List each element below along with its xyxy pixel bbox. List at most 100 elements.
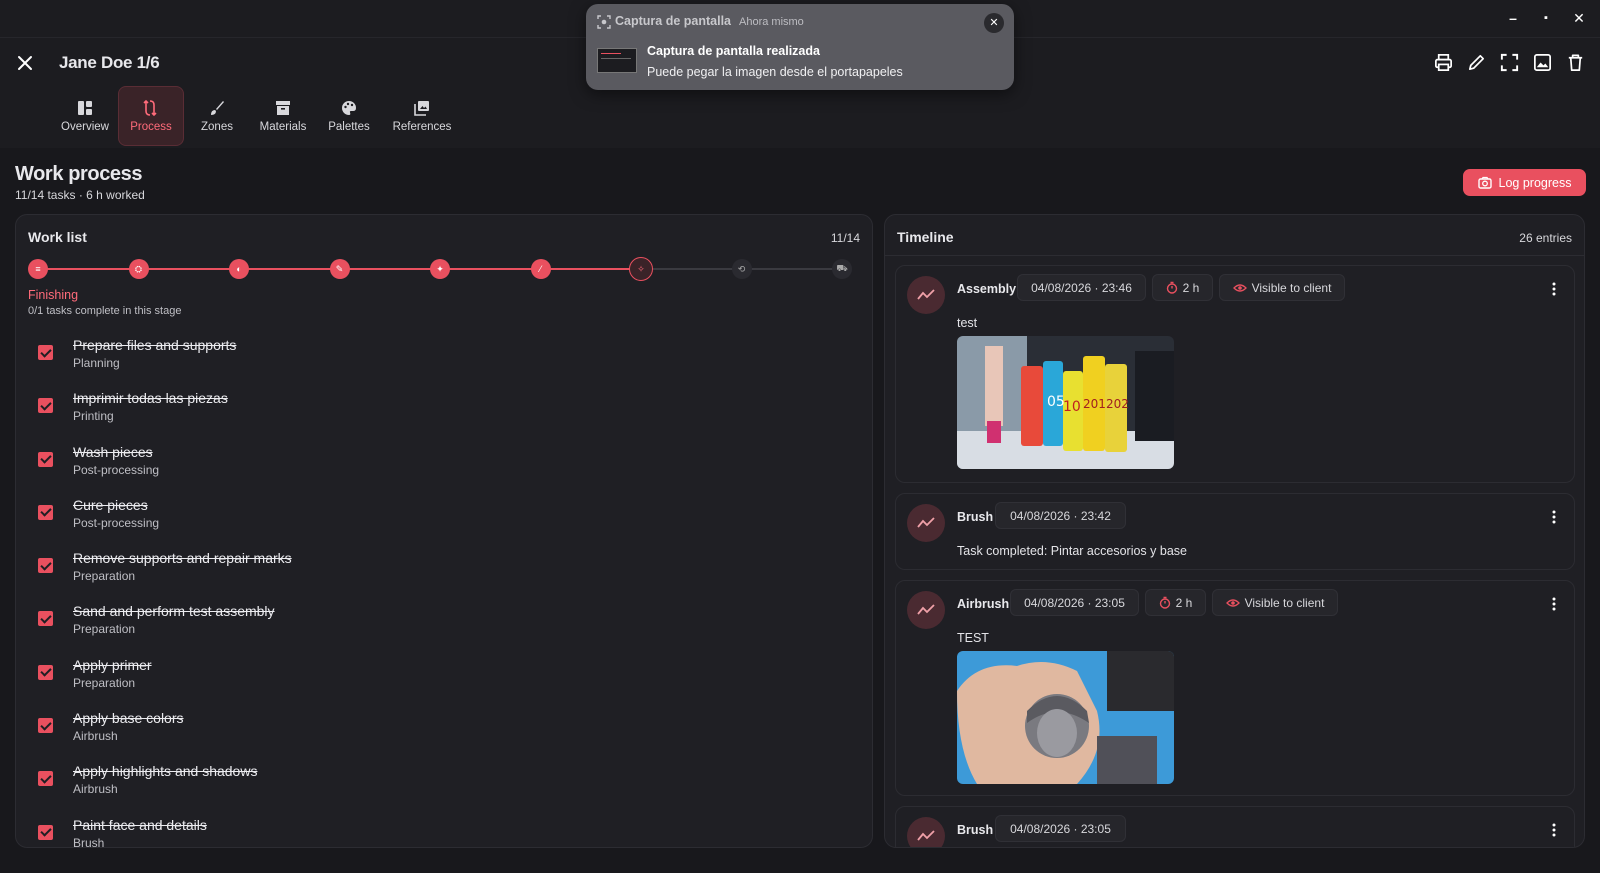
trend-icon bbox=[917, 289, 935, 300]
entry-note: TEST bbox=[957, 631, 989, 645]
image-icon[interactable] bbox=[1532, 52, 1553, 73]
stepper-track bbox=[339, 268, 440, 270]
stepper-track bbox=[641, 268, 742, 270]
timeline-entry: Brush 04/08/2026 · 23:05 bbox=[895, 806, 1575, 847]
stepper-track bbox=[239, 268, 340, 270]
tab-materials[interactable]: Materials bbox=[250, 86, 316, 146]
task-row[interactable]: Wash pieces Post-processing bbox=[36, 442, 836, 495]
task-checkbox[interactable] bbox=[38, 824, 53, 840]
tab-label: Overview bbox=[61, 121, 109, 133]
tab-zones[interactable]: Zones bbox=[184, 86, 250, 146]
task-row[interactable]: Paint face and details Brush bbox=[36, 815, 836, 848]
task-name: Apply base colors bbox=[73, 710, 184, 727]
task-stage: Brush bbox=[73, 835, 105, 848]
task-checkbox[interactable] bbox=[38, 611, 53, 627]
images-icon bbox=[414, 101, 429, 116]
entry-type: Brush bbox=[957, 510, 994, 524]
stage-step-9[interactable]: ⛟ bbox=[832, 259, 852, 279]
edit-icon[interactable] bbox=[1466, 52, 1487, 73]
task-name: Apply primer bbox=[73, 656, 152, 673]
timeline-panel: Timeline 26 entries Assembly 04/08/2026 … bbox=[884, 214, 1585, 848]
entry-photo[interactable] bbox=[957, 651, 1174, 784]
minimize-button[interactable]: – bbox=[1505, 10, 1521, 26]
close-icon[interactable] bbox=[14, 52, 36, 74]
task-checkbox[interactable] bbox=[38, 558, 53, 574]
duration-text: 2 h bbox=[1175, 595, 1193, 610]
task-checkbox[interactable] bbox=[38, 664, 53, 680]
stage-step-7[interactable]: ✧ bbox=[629, 257, 653, 281]
task-name: Remove supports and repair marks bbox=[73, 550, 292, 567]
trash-icon[interactable] bbox=[1565, 52, 1586, 73]
entry-avatar bbox=[907, 591, 945, 629]
task-checkbox[interactable] bbox=[38, 451, 53, 467]
task-checkbox[interactable] bbox=[38, 718, 53, 734]
visibility-text: Visible to client bbox=[1251, 280, 1332, 295]
task-row[interactable]: Prepare files and supports Planning bbox=[36, 335, 836, 388]
box-icon bbox=[276, 101, 290, 115]
trend-icon bbox=[917, 604, 935, 615]
stepper-track bbox=[540, 268, 641, 270]
timer-icon bbox=[1159, 596, 1170, 609]
toast-thumbnail[interactable] bbox=[597, 48, 637, 73]
tab-references[interactable]: References bbox=[382, 86, 462, 146]
timeline-entry: Airbrush 04/08/2026 · 23:05 2 h Visible … bbox=[895, 580, 1575, 796]
task-checkbox[interactable] bbox=[38, 398, 53, 414]
task-row[interactable]: Sand and perform test assembly Preparatio… bbox=[36, 601, 836, 654]
task-checkbox[interactable] bbox=[38, 345, 53, 360]
toast-time: Ahora mismo bbox=[739, 16, 804, 28]
toast-title: Captura de pantalla realizada bbox=[647, 44, 820, 58]
log-progress-button[interactable]: Log progress bbox=[1463, 169, 1586, 196]
task-name: Paint face and details bbox=[73, 816, 207, 833]
task-stage: Preparation bbox=[73, 569, 136, 584]
stage-step-2[interactable]: ⛭ bbox=[128, 259, 149, 279]
task-checkbox[interactable] bbox=[38, 771, 53, 787]
print-icon[interactable] bbox=[1433, 52, 1454, 73]
tab-overview[interactable]: Overview bbox=[52, 86, 118, 146]
entry-visibility: Visible to client bbox=[1219, 274, 1345, 301]
window-close-button[interactable]: ✕ bbox=[1571, 10, 1587, 26]
more-options-icon[interactable] bbox=[1552, 597, 1556, 611]
palette-icon bbox=[342, 101, 356, 115]
page-subtitle: 11/14 tasks · 6 h worked bbox=[15, 188, 145, 202]
photo-label: 201 bbox=[1083, 397, 1106, 411]
stage-stepper: ≡ ⛭ ◐ ✎ ✦ ⁄ ✧ ⟲ ⛟ bbox=[28, 257, 862, 281]
page-title: Work process bbox=[15, 163, 143, 185]
fullscreen-icon[interactable] bbox=[1499, 52, 1520, 73]
more-options-icon[interactable] bbox=[1552, 282, 1556, 296]
stage-step-1[interactable]: ≡ bbox=[28, 259, 48, 279]
stage-step-6[interactable]: ⁄ bbox=[530, 259, 551, 279]
duration-text: 2 h bbox=[1182, 280, 1200, 295]
entry-avatar bbox=[907, 504, 945, 542]
toast-close-button[interactable]: ✕ bbox=[984, 13, 1004, 33]
entry-date: 04/08/2026 · 23:46 bbox=[1017, 274, 1146, 301]
task-row[interactable]: Cure pieces Post-processing bbox=[36, 495, 836, 548]
entry-duration: 2 h bbox=[1152, 274, 1213, 301]
more-options-icon[interactable] bbox=[1552, 823, 1556, 837]
stage-step-5[interactable]: ✦ bbox=[430, 259, 450, 279]
tab-palettes[interactable]: Palettes bbox=[316, 86, 382, 146]
maximize-button[interactable]: ▪ bbox=[1538, 10, 1554, 26]
entry-type: Brush bbox=[957, 823, 994, 837]
task-row[interactable]: Imprimir todas las piezas Printing bbox=[36, 388, 836, 441]
brush-icon bbox=[211, 101, 224, 115]
entry-photo[interactable]: 05 10 201 202 bbox=[957, 336, 1174, 469]
stage-step-4[interactable]: ✎ bbox=[329, 259, 350, 279]
trend-icon bbox=[917, 517, 935, 528]
stage-step-8[interactable]: ⟲ bbox=[731, 259, 752, 279]
divider bbox=[885, 255, 1584, 256]
task-row[interactable]: Apply primer Preparation bbox=[36, 655, 836, 708]
task-stage: Airbrush bbox=[73, 782, 118, 797]
worklist-count: 11/14 bbox=[830, 231, 860, 245]
more-options-icon[interactable] bbox=[1552, 510, 1556, 524]
task-checkbox[interactable] bbox=[38, 504, 53, 520]
tab-label: Process bbox=[130, 121, 172, 133]
stage-step-3[interactable]: ◐ bbox=[229, 259, 249, 279]
task-row[interactable]: Apply base colors Airbrush bbox=[36, 708, 836, 761]
entry-note: test bbox=[957, 316, 978, 330]
tab-process[interactable]: Process bbox=[118, 86, 184, 146]
figure-head-photo bbox=[957, 651, 1174, 784]
task-row[interactable]: Remove supports and repair marks Preparat… bbox=[36, 548, 836, 601]
timeline-count: 26 entries bbox=[1519, 231, 1572, 245]
task-row[interactable]: Apply highlights and shadows Airbrush bbox=[36, 761, 836, 814]
stepper-track bbox=[440, 268, 541, 270]
